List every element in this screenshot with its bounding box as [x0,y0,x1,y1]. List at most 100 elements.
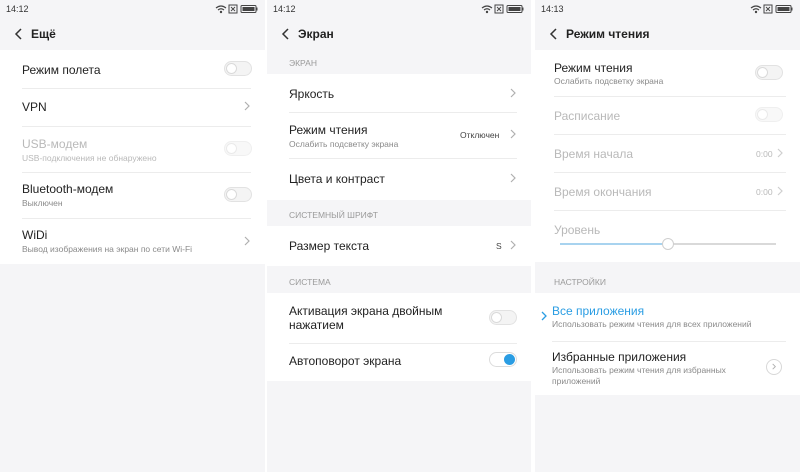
row-label: Расписание [554,109,621,123]
row-label: Цвета и контраст [289,172,385,186]
settings-card: Режим полета VPN USB-модем USB-подключен… [0,50,265,264]
row-text-size[interactable]: Размер текста S [267,226,531,266]
page-title: Ещё [31,27,56,41]
row-label-line2: нажатием [289,318,344,332]
row-subtitle: Выключен [22,198,63,208]
row-label: Уровень [554,223,601,237]
row-usb-modem: USB-модем USB-подключения не обнаружено [0,126,265,172]
text-size-value: S [496,241,502,251]
sim-icon [494,4,504,14]
chevron-right-icon [510,129,516,139]
status-bar: 14:12 [0,0,265,18]
row-subtitle: Ослабить подсветку экрана [289,139,399,149]
back-arrow-icon[interactable] [280,28,292,40]
row-vpn[interactable]: VPN [0,88,265,126]
level-slider-fill [560,243,668,245]
chevron-right-icon [510,88,516,98]
chevron-right-icon [244,101,250,111]
status-bar: 14:13 [535,0,800,18]
row-label: Время начала [554,147,634,161]
row-brightness[interactable]: Яркость [267,74,531,112]
double-tap-wake-toggle[interactable] [489,310,517,325]
battery-icon [506,5,524,13]
wifi-icon [215,5,227,14]
screen-more: 14:12 Ещё Режим полета VPN USB-модем USB… [0,0,265,472]
battery-icon [775,5,793,13]
auto-rotate-toggle[interactable] [489,352,517,367]
wifi-icon [481,5,493,14]
app-bar: Режим чтения [535,18,800,50]
level-slider-thumb[interactable] [662,238,674,250]
settings-card-font: Размер текста S [267,226,531,266]
status-icons [481,4,524,14]
status-icons [750,4,793,14]
row-label: Режим чтения [289,123,368,137]
row-label: Режим чтения [554,61,633,75]
sim-icon [763,4,773,14]
reading-mode-value: Отключен [460,130,500,140]
wifi-icon [750,5,762,14]
back-arrow-icon[interactable] [548,28,560,40]
row-reading-mode[interactable]: Режим чтения Ослабить подсветку экрана О… [267,112,531,158]
row-favorite-apps[interactable]: Избранные приложения Использовать режим … [535,341,800,395]
status-time: 14:13 [541,4,564,14]
row-label-line1: Активация экрана двойным [289,304,443,318]
row-auto-rotate[interactable]: Автоповорот экрана [267,343,531,381]
row-bluetooth-modem[interactable]: Bluetooth-модем Выключен [0,172,265,218]
row-label: Bluetooth-модем [22,182,114,196]
row-end-time: Время окончания 0:00 [535,172,800,210]
chevron-right-icon [777,186,783,196]
row-label: Размер текста [289,239,370,253]
chevron-right-icon [510,173,516,183]
section-header-settings: НАСТРОЙКИ [554,277,606,287]
back-arrow-icon[interactable] [13,28,25,40]
start-time-value: 0:00 [756,149,773,159]
row-subtitle: Использовать режим чтения для всех прило… [552,319,752,329]
chevron-right-icon [510,240,516,250]
status-bar: 14:12 [267,0,531,18]
section-header-system: СИСТЕМА [289,277,331,287]
row-label: Автоповорот экрана [289,354,402,368]
settings-card-system: Активация экрана двойным нажатием Автопо… [267,293,531,381]
app-bar: Экран [267,18,531,50]
row-start-time: Время начала 0:00 [535,134,800,172]
row-subtitle: Вывод изображения на экран по сети Wi-Fi [22,244,193,254]
row-airplane-mode[interactable]: Режим полета [0,50,265,88]
status-icons [215,4,258,14]
row-subtitle-line2: приложений [552,376,601,386]
chevron-right-icon [244,236,250,246]
row-colors-contrast[interactable]: Цвета и контраст [267,158,531,200]
row-all-apps[interactable]: Все приложения Использовать режим чтения… [535,293,800,341]
schedule-toggle [755,107,783,122]
screen-display: 14:12 Экран ЭКРАН Яркость Режим чтения О… [267,0,531,472]
row-label: Время окончания [554,185,652,199]
bluetooth-modem-toggle[interactable] [224,187,252,202]
status-time: 14:12 [273,4,296,14]
settings-card-apps: Все приложения Использовать режим чтения… [535,293,800,395]
reading-mode-toggle[interactable] [755,65,783,80]
status-time: 14:12 [6,4,29,14]
page-title: Режим чтения [566,27,650,41]
row-double-tap-wake[interactable]: Активация экрана двойным нажатием [267,293,531,343]
reading-mode-card: Режим чтения Ослабить подсветку экрана Р… [535,50,800,262]
chevron-right-icon [772,363,776,370]
favorite-apps-chevron [766,359,782,375]
section-header-system-font: СИСТЕМНЫЙ ШРИФТ [289,210,378,220]
row-subtitle: Ослабить подсветку экрана [554,76,664,86]
row-label: Яркость [289,87,335,101]
chevron-right-icon [541,311,547,321]
settings-card-screen: Яркость Режим чтения Ослабить подсветку … [267,74,531,200]
row-widi[interactable]: WiDi Вывод изображения на экран по сети … [0,218,265,264]
row-label: Режим полета [22,63,101,77]
battery-icon [240,5,258,13]
row-schedule: Расписание [535,96,800,134]
end-time-value: 0:00 [756,187,773,197]
row-label: USB-модем [22,137,88,151]
row-label: Все приложения [552,304,645,318]
section-header-screen: ЭКРАН [289,58,317,68]
airplane-mode-toggle[interactable] [224,61,252,76]
row-reading-mode[interactable]: Режим чтения Ослабить подсветку экрана [535,50,800,96]
row-label: VPN [22,100,47,114]
usb-modem-toggle [224,141,252,156]
screen-reading-mode: 14:13 Режим чтения Режим чтения Ослабить… [535,0,800,472]
